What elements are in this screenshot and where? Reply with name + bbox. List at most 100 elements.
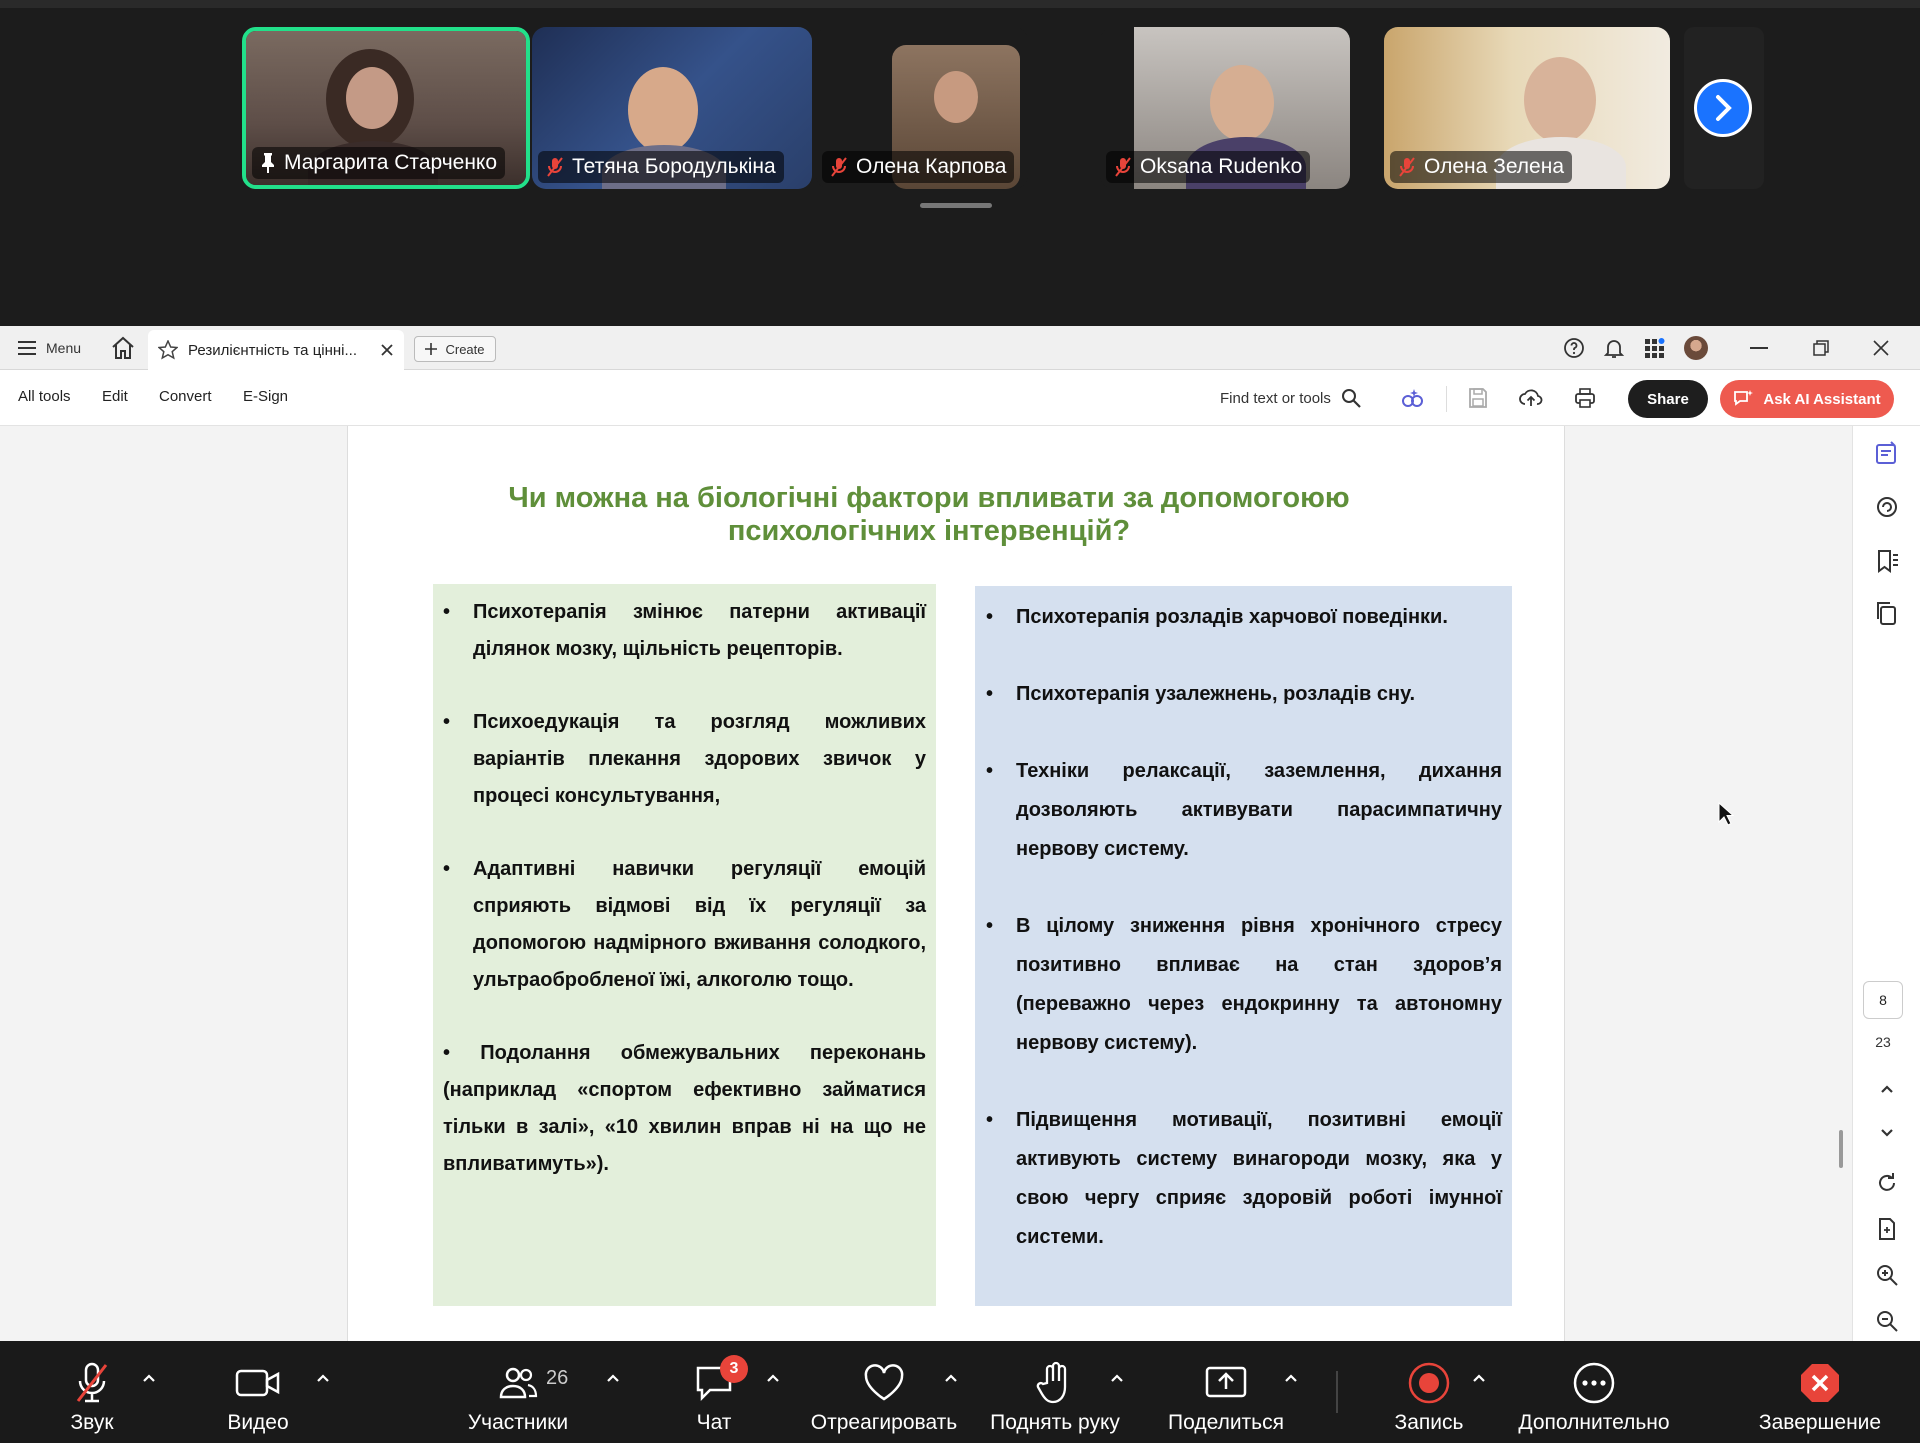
chevron-down-icon[interactable] <box>1874 1120 1900 1146</box>
end-call-icon <box>1801 1364 1839 1402</box>
caret-up-icon[interactable] <box>314 1369 332 1387</box>
cloud-upload-icon[interactable] <box>1519 386 1543 410</box>
participants-label: Участники <box>467 1411 569 1434</box>
participant-name: Олена Зелена <box>1424 155 1565 178</box>
find-text-or-tools[interactable]: Find text or tools <box>1220 388 1361 408</box>
raise-hand-label: Поднять руку <box>990 1411 1120 1434</box>
rotate-icon[interactable] <box>1874 1170 1900 1196</box>
minimize-button[interactable] <box>1744 334 1774 362</box>
esign-menu[interactable]: E-Sign <box>243 388 288 405</box>
zoom-in-icon[interactable] <box>1874 1262 1900 1288</box>
restore-icon <box>1813 340 1829 356</box>
user-avatar[interactable] <box>1684 336 1708 360</box>
tab-bar: Menu Резилієнтність та цінні... Create <box>0 326 1920 370</box>
home-icon[interactable] <box>110 336 136 360</box>
apps-grid-icon[interactable] <box>1642 336 1666 360</box>
star-icon[interactable] <box>158 340 178 360</box>
caret-up-icon[interactable] <box>1470 1369 1488 1387</box>
zoom-out-icon[interactable] <box>1874 1308 1900 1334</box>
list-item: Психотерапія узалежнень, розладів сну. <box>975 675 1512 714</box>
participant-tile-1[interactable]: Маргарита Старченко <box>242 27 530 189</box>
pages-icon[interactable] <box>1874 600 1900 626</box>
help-icon[interactable] <box>1562 336 1586 360</box>
meeting-controls-bar: Звук Видео Участники 26 Чат 3 Отреагиров… <box>0 1341 1920 1443</box>
mic-muted-icon <box>1115 157 1131 177</box>
close-tab-icon[interactable] <box>380 343 394 357</box>
edit-pdf-icon[interactable] <box>1874 440 1900 466</box>
participant-name-tag: Тетяна Бородулькіна <box>538 151 784 183</box>
document-tab-title: Резилієнтність та цінні... <box>188 341 358 359</box>
ai-tools-icon[interactable] <box>1400 386 1424 410</box>
strip-top-edge <box>0 0 1920 8</box>
find-label: Find text or tools <box>1220 389 1331 407</box>
save-icon[interactable] <box>1466 386 1490 410</box>
right-tools-rail: 8 23 <box>1852 426 1920 1343</box>
strip-resize-handle[interactable] <box>920 203 992 208</box>
caret-up-icon[interactable] <box>604 1369 622 1387</box>
caret-up-icon[interactable] <box>1108 1369 1126 1387</box>
end-meeting-button[interactable]: Завершение <box>1756 1341 1884 1443</box>
ai-assistant-icon <box>1734 390 1754 406</box>
participant-name: Олена Карпова <box>856 155 1007 178</box>
vertical-scrollbar[interactable] <box>1839 1130 1843 1168</box>
caret-up-icon[interactable] <box>140 1369 158 1387</box>
page-fit-icon[interactable] <box>1874 1216 1900 1242</box>
participant-tile-4[interactable]: Oksana Rudenko <box>1100 27 1350 189</box>
record-button[interactable]: Запись <box>1394 1341 1464 1443</box>
participant-tile-2[interactable]: Тетяна Бородулькіна <box>532 27 812 189</box>
right-bullet-list: Психотерапія розладів харчової поведінки… <box>975 586 1512 1257</box>
ai-assistant-label: Ask AI Assistant <box>1763 390 1881 408</box>
slide-title-line-1: Чи можна на біологічні фактори впливати … <box>508 482 1350 514</box>
create-button[interactable]: Create <box>414 336 496 362</box>
restore-button[interactable] <box>1806 334 1836 362</box>
document-tab[interactable]: Резилієнтність та цінні... <box>148 330 404 370</box>
current-page-number: 8 <box>1879 992 1887 1008</box>
right-panel: Психотерапія розладів харчової поведінки… <box>975 586 1512 1306</box>
audio-button[interactable]: Звук <box>60 1341 124 1443</box>
left-panel: Психотерапія змінює патерни активації ді… <box>433 584 936 1306</box>
ask-ai-assistant-button[interactable]: Ask AI Assistant <box>1720 380 1894 418</box>
next-participants-button[interactable] <box>1694 79 1752 137</box>
video-strip: Маргарита Старченко Тетяна Бородулькіна … <box>0 0 1920 326</box>
share-screen-label: Поделиться <box>1168 1411 1284 1434</box>
react-button[interactable]: Отреагировать <box>806 1341 962 1443</box>
acrobat-toolbar: All tools Edit Convert E-Sign Find text … <box>0 370 1920 426</box>
bell-icon[interactable] <box>1602 336 1626 360</box>
acrobat-window: Menu Резилієнтність та цінні... Create A… <box>0 326 1920 1343</box>
share-label: Share <box>1647 390 1689 408</box>
raise-hand-button[interactable]: Поднять руку <box>984 1341 1126 1443</box>
edit-menu[interactable]: Edit <box>102 388 128 405</box>
participant-tile-3[interactable]: Олена Карпова <box>816 27 1028 189</box>
menu-button[interactable]: Menu <box>18 336 81 360</box>
list-item: В цілому зниження рівня хронічного стрес… <box>975 907 1512 1063</box>
comment-icon[interactable] <box>1874 494 1900 520</box>
participants-button[interactable]: Участники <box>464 1341 572 1443</box>
share-screen-button[interactable]: Поделиться <box>1166 1341 1286 1443</box>
bookmark-icon[interactable] <box>1874 548 1900 574</box>
participant-face <box>1524 57 1596 143</box>
slide-title-line-2: психологічних інтервенцій? <box>727 515 1131 547</box>
minimize-icon <box>1750 347 1768 349</box>
list-item: Психотерапія змінює патерни активації ді… <box>433 594 936 668</box>
participant-face <box>628 67 698 153</box>
caret-up-icon[interactable] <box>1282 1369 1300 1387</box>
chat-unread-badge: 3 <box>720 1355 748 1383</box>
all-tools-menu[interactable]: All tools <box>18 388 71 405</box>
caret-up-icon[interactable] <box>942 1369 960 1387</box>
share-button[interactable]: Share <box>1628 380 1708 418</box>
convert-menu[interactable]: Convert <box>159 388 212 405</box>
video-button[interactable]: Видео <box>222 1341 294 1443</box>
participant-tile-5[interactable]: Олена Зелена <box>1384 27 1670 189</box>
caret-up-icon[interactable] <box>764 1369 782 1387</box>
mic-muted-icon <box>547 157 563 177</box>
close-window-button[interactable] <box>1866 334 1896 362</box>
audio-label: Звук <box>70 1411 114 1434</box>
chevron-up-icon[interactable] <box>1874 1076 1900 1102</box>
more-button[interactable]: Дополнительно <box>1514 1341 1674 1443</box>
pdf-page: Чи можна на біологічні фактори впливати … <box>347 426 1565 1343</box>
print-icon[interactable] <box>1573 386 1597 410</box>
controls-divider <box>1336 1371 1338 1413</box>
current-page-input[interactable]: 8 <box>1863 981 1903 1019</box>
participant-name: Тетяна Бородулькіна <box>572 155 776 178</box>
document-viewport[interactable]: Чи можна на біологічні фактори впливати … <box>0 426 1852 1343</box>
